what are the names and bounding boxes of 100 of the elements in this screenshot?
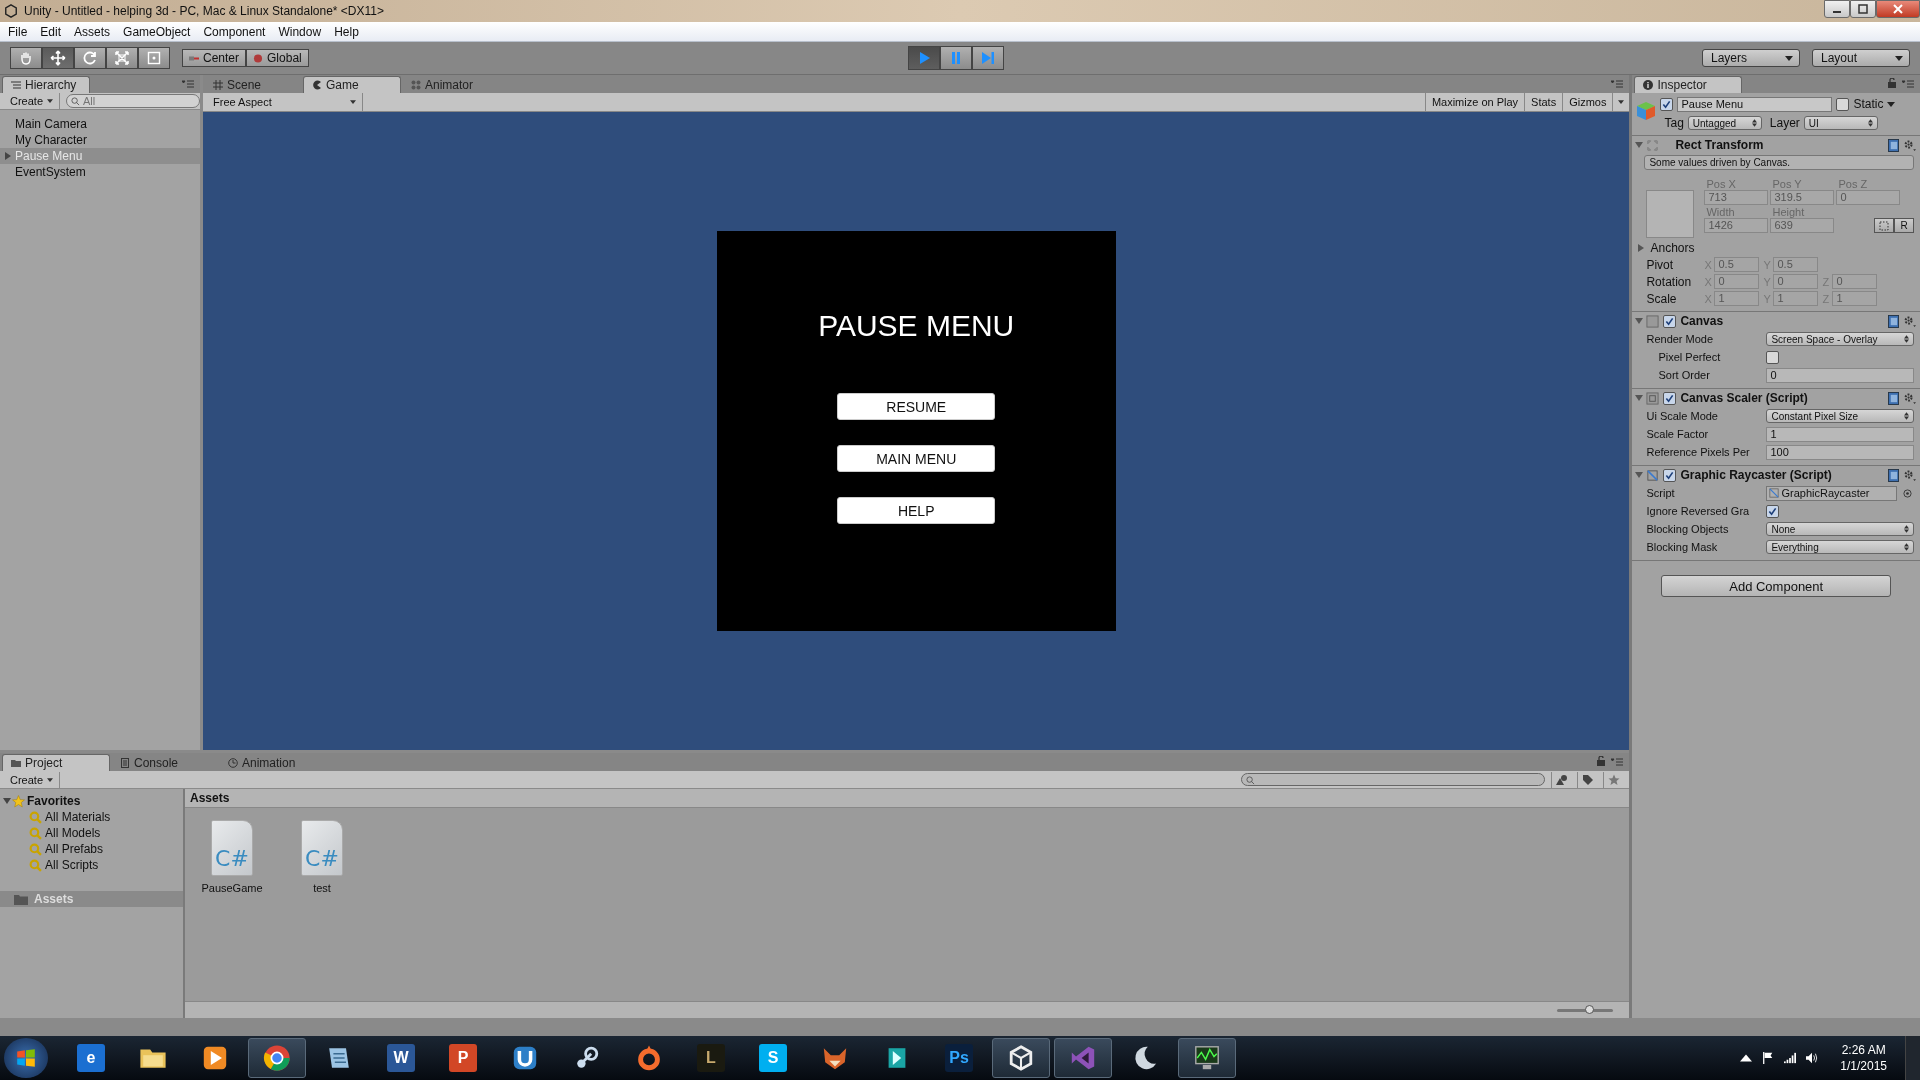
- favorite-search-item[interactable]: All Prefabs: [0, 841, 183, 857]
- expand-arrow-icon[interactable]: [5, 152, 11, 160]
- dropdown[interactable]: Screen Space - Overlay: [1766, 332, 1914, 346]
- menu-icon[interactable]: [1902, 80, 1914, 88]
- expand-arrow-icon[interactable]: [1635, 472, 1644, 478]
- view-tab[interactable]: Animator: [403, 77, 499, 93]
- hierarchy-item[interactable]: EventSystem: [0, 164, 200, 180]
- blueprint-mode-button[interactable]: [1874, 218, 1894, 233]
- clock[interactable]: 2:26 AM 1/1/2015: [1840, 1042, 1887, 1074]
- checkbox[interactable]: [1766, 350, 1780, 364]
- taskbar-button[interactable]: e: [62, 1038, 120, 1078]
- expand-arrow-icon[interactable]: [3, 798, 11, 804]
- lock-icon[interactable]: [1597, 756, 1606, 766]
- menu-item[interactable]: Edit: [34, 24, 69, 39]
- favorites-item[interactable]: Favorites: [0, 793, 183, 809]
- favorite-search-item[interactable]: All Scripts: [0, 857, 183, 873]
- menu-button[interactable]: RESUME: [837, 393, 996, 420]
- slider-thumb[interactable]: [1584, 1004, 1594, 1014]
- menu-item[interactable]: Assets: [68, 24, 118, 39]
- help-book-icon[interactable]: [1888, 314, 1899, 328]
- taskbar-button[interactable]: P: [434, 1038, 492, 1078]
- expand-arrow-icon[interactable]: [1635, 395, 1644, 401]
- game-toggle[interactable]: Gizmos: [1562, 93, 1613, 111]
- menu-button[interactable]: HELP: [837, 497, 996, 524]
- inspector-tab[interactable]: Inspector: [1634, 76, 1743, 93]
- taskbar-button[interactable]: [248, 1038, 306, 1078]
- help-book-icon[interactable]: [1888, 468, 1899, 482]
- close-button[interactable]: [1876, 0, 1920, 18]
- expand-arrow-icon[interactable]: [1635, 318, 1644, 324]
- pivot-toggle[interactable]: Global: [246, 49, 309, 67]
- help-book-icon[interactable]: [1888, 391, 1899, 405]
- enabled-checkbox[interactable]: [1663, 468, 1677, 482]
- add-component-button[interactable]: Add Component: [1661, 575, 1892, 597]
- enabled-checkbox[interactable]: [1663, 314, 1677, 328]
- menu-item[interactable]: Component: [197, 24, 273, 39]
- taskbar-button[interactable]: [1178, 1038, 1236, 1078]
- taskbar-button[interactable]: Ps: [930, 1038, 988, 1078]
- project-tab[interactable]: Project: [2, 754, 110, 771]
- number-field[interactable]: 1: [1766, 426, 1914, 442]
- tag-dropdown[interactable]: Untagged: [1687, 116, 1762, 130]
- menu-button[interactable]: MAIN MENU: [837, 445, 996, 472]
- maximize-button[interactable]: [1850, 0, 1876, 18]
- project-tab[interactable]: Console: [112, 755, 218, 771]
- game-toggle[interactable]: Stats: [1524, 93, 1563, 111]
- raw-edit-button[interactable]: R: [1894, 218, 1914, 233]
- object-picker-icon[interactable]: [1903, 488, 1912, 498]
- menu-item[interactable]: Help: [328, 24, 366, 39]
- checkbox[interactable]: [1766, 504, 1780, 518]
- static-checkbox[interactable]: [1836, 97, 1850, 111]
- tool-button[interactable]: [42, 47, 74, 69]
- pivot-toggle[interactable]: Center: [182, 49, 247, 67]
- menu-icon[interactable]: [1611, 80, 1624, 88]
- taskbar-button[interactable]: L: [682, 1038, 740, 1078]
- settings-icon[interactable]: [1903, 468, 1916, 482]
- expand-arrow-icon[interactable]: [1638, 244, 1645, 252]
- hierarchy-item[interactable]: Main Camera: [0, 116, 200, 132]
- tool-button[interactable]: [74, 47, 106, 69]
- menu-icon[interactable]: [182, 80, 194, 88]
- layout-dropdown[interactable]: Layers: [1702, 49, 1800, 67]
- start-button[interactable]: [4, 1038, 48, 1078]
- menu-item[interactable]: GameObject: [117, 24, 198, 39]
- speaker-icon[interactable]: [1806, 1052, 1819, 1064]
- settings-icon[interactable]: [1903, 391, 1916, 405]
- lock-icon[interactable]: [1888, 78, 1896, 88]
- taskbar-button[interactable]: [992, 1038, 1050, 1078]
- settings-icon[interactable]: [1903, 138, 1916, 152]
- aspect-dropdown[interactable]: Free Aspect: [203, 93, 363, 111]
- minimize-button[interactable]: [1824, 0, 1850, 18]
- favorite-search-item[interactable]: All Materials: [0, 809, 183, 825]
- script-asset[interactable]: C# test: [291, 820, 353, 1001]
- hierarchy-item[interactable]: My Character: [0, 132, 200, 148]
- view-tab[interactable]: Game: [303, 76, 401, 93]
- view-tab[interactable]: Scene: [205, 77, 301, 93]
- dropdown[interactable]: Constant Pixel Size: [1766, 409, 1914, 423]
- dropdown[interactable]: None: [1766, 522, 1914, 536]
- active-checkbox[interactable]: [1660, 97, 1674, 111]
- enabled-checkbox[interactable]: [1663, 391, 1677, 405]
- number-field[interactable]: 0: [1766, 367, 1914, 383]
- play-button[interactable]: [908, 46, 940, 70]
- layout-dropdown[interactable]: Layout: [1812, 49, 1910, 67]
- help-book-icon[interactable]: [1888, 138, 1899, 152]
- dropdown[interactable]: Everything: [1766, 540, 1914, 554]
- favorite-search-item[interactable]: All Models: [0, 825, 183, 841]
- show-hidden-icons-icon[interactable]: [1740, 1052, 1753, 1064]
- menu-item[interactable]: File: [2, 24, 35, 39]
- number-field[interactable]: 100: [1766, 444, 1914, 460]
- layer-dropdown[interactable]: UI: [1803, 116, 1878, 130]
- anchors-foldout[interactable]: Anchors: [1632, 240, 1920, 256]
- zoom-slider[interactable]: [1557, 1008, 1614, 1012]
- name-field[interactable]: Pause Menu: [1677, 96, 1833, 112]
- step-button[interactable]: [972, 46, 1004, 70]
- search-field[interactable]: All: [66, 94, 201, 108]
- create-dropdown[interactable]: Create: [0, 771, 61, 788]
- expand-arrow-icon[interactable]: [1635, 142, 1644, 148]
- search-field[interactable]: [1241, 773, 1546, 786]
- menu-item[interactable]: Window: [272, 24, 329, 39]
- settings-icon[interactable]: [1903, 314, 1916, 328]
- tool-button[interactable]: [138, 47, 170, 69]
- tool-button[interactable]: [106, 47, 138, 69]
- taskbar-button[interactable]: W: [372, 1038, 430, 1078]
